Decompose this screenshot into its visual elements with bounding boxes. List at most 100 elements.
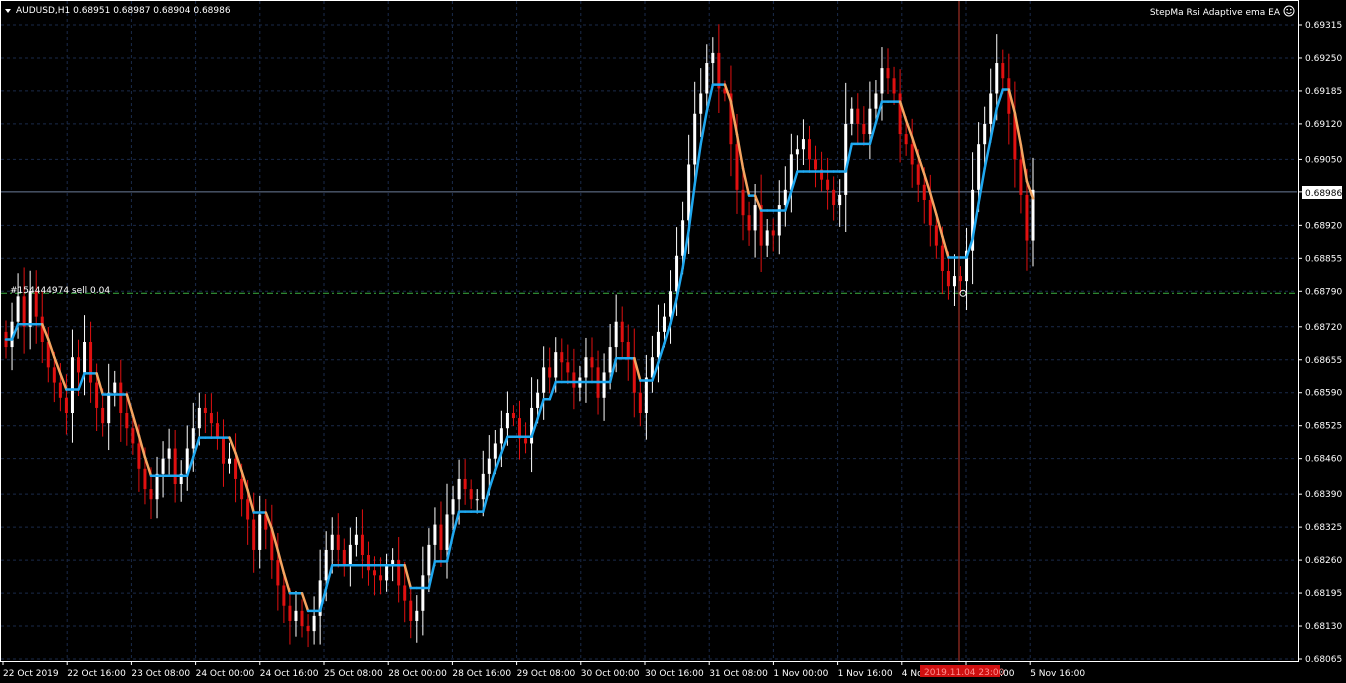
time-tick-label: 30 Oct 16:00 bbox=[645, 669, 704, 679]
candle-body bbox=[524, 438, 528, 444]
candle-body bbox=[620, 321, 624, 342]
price-tick-label: 0.68720 bbox=[1305, 323, 1342, 333]
candle-body bbox=[22, 296, 26, 327]
candle-body bbox=[856, 108, 860, 124]
candle-body bbox=[16, 296, 20, 322]
candle-body bbox=[518, 418, 521, 439]
candle-body bbox=[288, 605, 292, 621]
candle-body bbox=[765, 230, 769, 246]
time-tick-label: 31 Oct 08:00 bbox=[709, 669, 768, 679]
candle-body bbox=[481, 473, 485, 500]
candle-body bbox=[934, 225, 938, 246]
candle-body bbox=[946, 270, 950, 287]
candle-body bbox=[572, 372, 576, 388]
candle-body bbox=[457, 478, 461, 500]
candle-body bbox=[886, 68, 890, 79]
candle-body bbox=[246, 499, 250, 520]
price-tick-label: 0.69120 bbox=[1305, 120, 1342, 130]
candle-body bbox=[1001, 63, 1005, 79]
candle-body bbox=[862, 123, 866, 135]
candle-body bbox=[228, 458, 232, 464]
candle-body bbox=[801, 139, 805, 150]
candle-body bbox=[814, 159, 818, 170]
candle-body bbox=[940, 245, 944, 271]
candle-body bbox=[240, 478, 244, 500]
time-tick-label: 22 Oct 2019 bbox=[3, 669, 59, 679]
price-chart[interactable]: 0.69315 0.69250 0.69185 0.69120 0.69050 0.689… bbox=[0, 0, 1346, 683]
candle-body bbox=[656, 331, 660, 358]
candle-body bbox=[64, 397, 68, 414]
time-tick-label: 22 Oct 16:00 bbox=[67, 669, 126, 679]
price-tick-label: 0.69050 bbox=[1305, 155, 1342, 165]
candle-body bbox=[149, 489, 153, 500]
candle-body bbox=[312, 615, 316, 632]
candle-body bbox=[366, 555, 370, 571]
candle-body bbox=[560, 352, 564, 363]
candle-body bbox=[977, 144, 981, 190]
time-tick-label: 28 Oct 16:00 bbox=[452, 669, 511, 679]
price-tick-label: 0.68325 bbox=[1305, 523, 1342, 533]
candle-body bbox=[409, 600, 413, 621]
candle-body bbox=[89, 342, 93, 383]
candle-body bbox=[306, 626, 310, 632]
candle-body bbox=[330, 534, 334, 550]
svg-text:2019.11.04 23:00: 2019.11.04 23:00 bbox=[924, 668, 1005, 678]
candle-body bbox=[904, 134, 908, 145]
candle-body bbox=[258, 514, 262, 550]
candle-body bbox=[421, 575, 425, 611]
candle-body bbox=[125, 413, 129, 429]
price-tick-label: 0.69315 bbox=[1305, 21, 1342, 31]
candle-body bbox=[608, 347, 612, 373]
candle-body bbox=[711, 52, 715, 64]
candle-body bbox=[644, 377, 648, 414]
price-tick-label: 0.68525 bbox=[1305, 422, 1342, 432]
candle-body bbox=[493, 443, 497, 459]
time-tick-label: 23 Oct 08:00 bbox=[131, 669, 190, 679]
candle-body bbox=[215, 423, 219, 439]
candle-body bbox=[76, 357, 80, 373]
candle-body bbox=[83, 342, 87, 373]
candle-body bbox=[548, 367, 552, 378]
candle-body bbox=[566, 362, 570, 373]
candle-body bbox=[101, 407, 105, 424]
candle-body bbox=[52, 367, 56, 383]
candle-body bbox=[161, 458, 165, 474]
candle-body bbox=[373, 570, 377, 576]
candle-body bbox=[868, 108, 872, 135]
candle-body bbox=[693, 113, 697, 165]
candle-body bbox=[747, 215, 751, 231]
candle-body bbox=[451, 499, 455, 515]
price-tick-label: 0.68065 bbox=[1305, 655, 1342, 665]
price-tick-label: 0.68260 bbox=[1305, 556, 1342, 566]
candle-body bbox=[807, 139, 811, 160]
candle-body bbox=[137, 443, 141, 469]
candle-body bbox=[354, 534, 358, 545]
candle-body bbox=[614, 321, 618, 348]
candle-body bbox=[995, 63, 999, 94]
time-tick-label: 4 No bbox=[902, 669, 923, 679]
candle-body bbox=[143, 468, 147, 490]
candle-body bbox=[928, 199, 932, 226]
candle-body bbox=[107, 392, 111, 424]
candle-body bbox=[850, 108, 854, 124]
price-tick-label: 0.68130 bbox=[1305, 622, 1342, 632]
candle-body bbox=[119, 382, 123, 414]
candle-body bbox=[922, 184, 926, 200]
time-tick-label: 24 Oct 00:00 bbox=[196, 669, 255, 679]
candle-body bbox=[197, 407, 201, 429]
candle-body bbox=[360, 534, 364, 556]
candle-body bbox=[397, 560, 401, 586]
candle-body bbox=[1019, 159, 1023, 195]
candle-body bbox=[898, 93, 902, 135]
candle-body bbox=[28, 291, 32, 327]
candle-body bbox=[536, 392, 540, 408]
time-tick-label: 24 Oct 16:00 bbox=[260, 669, 319, 679]
time-tick-label: 1 Nov 16:00 bbox=[838, 669, 893, 679]
candle-body bbox=[662, 316, 666, 332]
time-tick-label: 1 Nov 00:00 bbox=[773, 669, 828, 679]
candle-body bbox=[379, 575, 383, 581]
candle-body bbox=[234, 458, 238, 479]
candle-body bbox=[530, 407, 534, 444]
candle-body bbox=[167, 448, 171, 459]
symbol-header: AUDUSD,H1 0.68951 0.68987 0.68904 0.6898… bbox=[16, 6, 231, 16]
